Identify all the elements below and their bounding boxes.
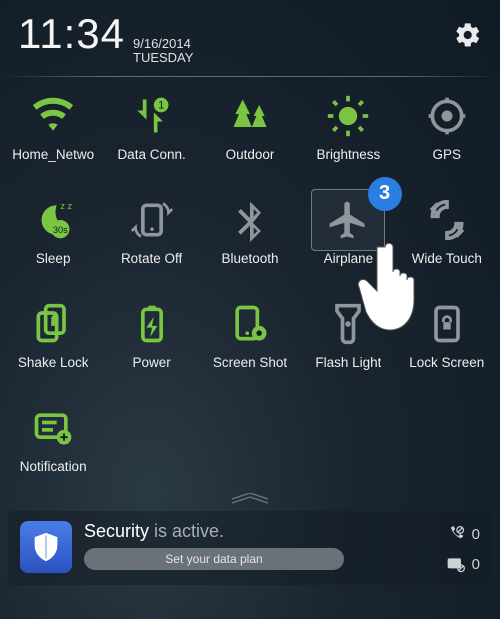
- rotate-icon: [130, 198, 174, 242]
- screenshot-icon: [228, 302, 272, 346]
- wide-touch-icon: [425, 198, 469, 242]
- tile-label: Wide Touch: [412, 251, 482, 266]
- day-text: TUESDAY: [133, 51, 193, 65]
- tile-screenshot[interactable]: Screen Shot: [201, 293, 299, 385]
- tile-label: Bluetooth: [221, 251, 278, 266]
- tile-label: Notification: [20, 459, 87, 474]
- tile-label: Sleep: [36, 251, 71, 266]
- gear-icon: [454, 21, 482, 49]
- sleep-icon: z z 30s: [31, 198, 75, 242]
- divider: [0, 76, 500, 77]
- notification-card-security[interactable]: Security is active. Set your data plan 0…: [8, 511, 492, 585]
- tile-label: Data Conn.: [117, 147, 185, 162]
- svg-text:z z: z z: [61, 201, 73, 211]
- date-block: 9/16/2014 TUESDAY: [133, 37, 193, 66]
- shake-lock-icon: [31, 302, 75, 346]
- tile-wifi[interactable]: Home_Netwo: [4, 85, 102, 177]
- tile-lock-screen[interactable]: Lock Screen: [398, 293, 496, 385]
- clock-time: 11:34: [18, 10, 125, 58]
- brightness-icon: [326, 94, 370, 138]
- tile-label: Shake Lock: [18, 355, 89, 370]
- message-blocked-icon: [446, 555, 466, 575]
- gps-icon: [425, 94, 469, 138]
- airplane-icon: [326, 198, 370, 242]
- tile-label: Home_Netwo: [12, 147, 94, 162]
- drawer-pull-handle[interactable]: [0, 493, 500, 507]
- notification-title-strong: Security: [84, 521, 149, 541]
- tile-bluetooth[interactable]: Bluetooth: [201, 189, 299, 281]
- phone-blocked-icon: [446, 525, 466, 545]
- status-header: 11:34 9/16/2014 TUESDAY: [0, 0, 500, 72]
- set-data-plan-button[interactable]: Set your data plan: [84, 548, 344, 570]
- tile-flashlight[interactable]: Flash Light: [299, 293, 397, 385]
- missed-calls-count: 0: [472, 526, 480, 543]
- blocked-messages-count: 0: [472, 556, 480, 573]
- tile-label: Screen Shot: [213, 355, 287, 370]
- notification-settings-icon: [31, 406, 75, 450]
- tile-sleep[interactable]: z z 30s Sleep: [4, 189, 102, 281]
- quick-settings-grid: Home_Netwo 1 Data Conn. Outdoor Brightne…: [0, 85, 500, 489]
- tile-wide-touch[interactable]: Wide Touch: [398, 189, 496, 281]
- tile-label: GPS: [433, 147, 462, 162]
- tile-label: Outdoor: [226, 147, 275, 162]
- missed-calls-counter: 0: [446, 525, 480, 545]
- tile-label: Airplane: [324, 251, 374, 266]
- svg-text:1: 1: [158, 99, 164, 111]
- notification-title: Security is active.: [84, 521, 434, 542]
- wifi-icon: [31, 94, 75, 138]
- tile-notification-settings[interactable]: Notification: [4, 397, 102, 489]
- tile-power[interactable]: Power: [102, 293, 200, 385]
- flashlight-icon: [326, 302, 370, 346]
- tile-outdoor[interactable]: Outdoor: [201, 85, 299, 177]
- tile-data-conn[interactable]: 1 Data Conn.: [102, 85, 200, 177]
- tile-label: Flash Light: [315, 355, 381, 370]
- tile-label: Brightness: [316, 147, 380, 162]
- security-app-icon: [20, 521, 72, 573]
- tile-gps[interactable]: GPS: [398, 85, 496, 177]
- data-conn-icon: 1: [130, 94, 174, 138]
- bluetooth-icon: [228, 198, 272, 242]
- tile-rotate[interactable]: Rotate Off: [102, 189, 200, 281]
- tile-shake-lock[interactable]: Shake Lock: [4, 293, 102, 385]
- lock-screen-icon: [425, 302, 469, 346]
- tile-airplane[interactable]: Airplane 3: [299, 189, 397, 281]
- power-icon: [130, 302, 174, 346]
- tile-brightness[interactable]: Brightness: [299, 85, 397, 177]
- tile-label: Rotate Off: [121, 251, 182, 266]
- blocked-messages-counter: 0: [446, 555, 480, 575]
- svg-text:30s: 30s: [53, 224, 68, 234]
- outdoor-icon: [228, 94, 272, 138]
- notification-title-rest: is active.: [149, 521, 224, 541]
- tile-label: Power: [132, 355, 170, 370]
- settings-button[interactable]: [454, 21, 482, 54]
- date-text: 9/16/2014: [133, 37, 193, 51]
- tile-label: Lock Screen: [409, 355, 484, 370]
- step-badge: 3: [368, 177, 402, 211]
